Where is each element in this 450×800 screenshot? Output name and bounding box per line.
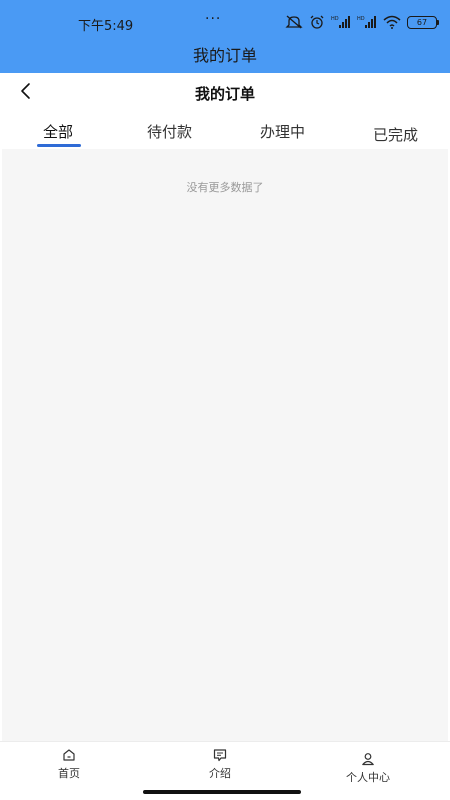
hd-signal-icon: HD — [331, 16, 350, 28]
bottom-nav-label: 个人中心 — [346, 771, 390, 784]
hd-signal-icon: HD — [357, 16, 376, 28]
tab-completed[interactable]: 已完成 — [373, 124, 418, 145]
bottom-nav-home[interactable]: 首页 — [58, 748, 80, 781]
status-time: 下午5:49 — [78, 19, 134, 34]
nav-bar: 我的订单 — [0, 73, 450, 113]
app-header: 下午5:49 ··· HD HD 67 我的订单 — [0, 0, 450, 73]
bottom-nav-label: 介绍 — [209, 767, 231, 780]
message-icon — [213, 749, 227, 762]
alarm-icon — [310, 15, 324, 29]
bottom-nav-profile[interactable]: 个人中心 — [346, 752, 390, 785]
order-list[interactable]: 没有更多数据了 — [2, 149, 448, 741]
home-icon — [63, 749, 75, 761]
wifi-icon — [383, 15, 401, 29]
svg-text:HD: HD — [357, 16, 365, 22]
status-dots: ··· — [205, 11, 222, 27]
bottom-nav-label: 首页 — [58, 767, 80, 780]
mute-icon — [285, 15, 303, 29]
home-indicator — [143, 790, 301, 794]
tab-processing[interactable]: 办理中 — [260, 121, 305, 142]
empty-message: 没有更多数据了 — [186, 181, 264, 194]
tab-all[interactable]: 全部 — [43, 121, 73, 142]
header-title: 我的订单 — [192, 46, 257, 65]
order-tabs: 全部 待付款 办理中 已完成 — [0, 113, 450, 149]
user-icon — [362, 753, 374, 766]
active-tab-indicator — [37, 144, 81, 147]
status-bar: 下午5:49 ··· HD HD 67 — [0, 0, 450, 40]
bottom-nav-intro[interactable]: 介绍 — [209, 748, 231, 781]
tab-pending-payment[interactable]: 待付款 — [147, 121, 192, 142]
svg-text:HD: HD — [331, 16, 339, 22]
battery-icon: 67 — [407, 15, 439, 29]
page-title: 我的订单 — [194, 85, 255, 103]
status-icons: HD HD 67 — [285, 15, 439, 29]
